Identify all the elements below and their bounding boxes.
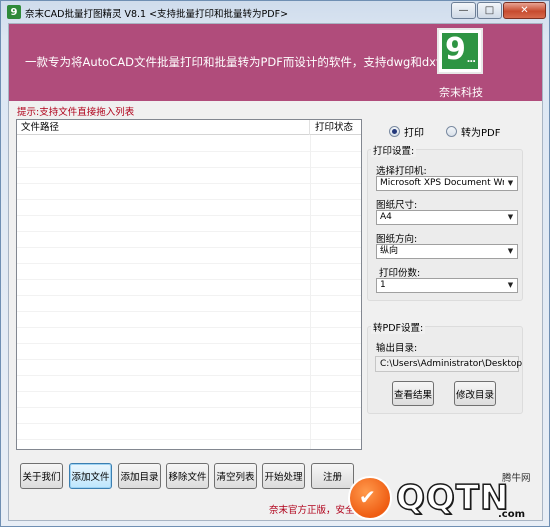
chevron-down-icon: ▼ (504, 177, 517, 190)
close-icon: ✕ (520, 5, 529, 16)
paper-size-label: 图纸尺寸: (376, 200, 418, 211)
main-window: 9 奈末CAD批量打图精灵 V8.1 <支持批量打印和批量转为PDF> — □ … (0, 0, 550, 527)
logo-dots: ... (466, 54, 476, 65)
header-banner: 一款专为将AutoCAD文件批量打印和批量转为PDF而设计的软件，支持dwg和d… (9, 24, 542, 101)
client-area: 一款专为将AutoCAD文件批量打印和批量转为PDF而设计的软件，支持dwg和d… (8, 23, 543, 521)
change-dir-button[interactable]: 修改目录 (454, 381, 496, 406)
remove-files-button[interactable]: 移除文件 (166, 463, 209, 489)
chevron-down-icon: ▼ (504, 245, 517, 258)
minimize-button[interactable]: — (451, 2, 476, 19)
printer-select[interactable]: Microsoft XPS Document Write ▼ (376, 176, 518, 191)
view-result-button[interactable]: 查看结果 (392, 381, 434, 406)
radio-print-label: 打印 (404, 128, 424, 139)
paper-size-value: A4 (380, 212, 392, 222)
drag-hint: 提示:支持文件直接拖入列表 (17, 107, 135, 118)
title-bar[interactable]: 9 奈末CAD批量打图精灵 V8.1 <支持批量打印和批量转为PDF> — □ … (1, 1, 549, 23)
watermark-tag: 腾牛网 (502, 473, 531, 484)
window-controls: — □ ✕ (450, 2, 546, 19)
orientation-label: 图纸方向: (376, 234, 418, 245)
radio-pdf[interactable]: 转为PDF (446, 124, 500, 139)
output-dir-field[interactable]: C:\Users\Administrator\Desktop (375, 356, 522, 372)
file-list[interactable]: 文件路径 打印状态 (16, 119, 362, 450)
maximize-button[interactable]: □ (477, 2, 502, 19)
copies-select[interactable]: 1 ▼ (376, 278, 518, 293)
radio-pdf-indicator[interactable] (446, 126, 457, 137)
pdf-settings-title: 转PDF设置: (371, 320, 426, 334)
orientation-select[interactable]: 纵向 ▼ (376, 244, 518, 259)
clear-list-button[interactable]: 清空列表 (214, 463, 257, 489)
add-folder-button[interactable]: 添加目录 (118, 463, 161, 489)
watermark-logo: QQTN (395, 477, 510, 519)
radio-pdf-label: 转为PDF (461, 128, 501, 139)
print-settings-title: 打印设置: (371, 143, 417, 157)
chevron-down-icon: ▼ (504, 279, 517, 292)
column-divider (310, 135, 311, 449)
minimize-icon: — (458, 5, 469, 16)
file-list-header: 文件路径 打印状态 (17, 120, 361, 135)
copies-label: 打印份数: (379, 268, 421, 279)
about-button[interactable]: 关于我们 (20, 463, 63, 489)
add-files-button[interactable]: 添加文件 (69, 463, 112, 489)
column-header-path[interactable]: 文件路径 (17, 120, 310, 135)
banner-text: 一款专为将AutoCAD文件批量打印和批量转为PDF而设计的软件，支持dwg和d… (25, 55, 441, 69)
maximize-icon: □ (484, 5, 495, 16)
window-title: 奈末CAD批量打图精灵 V8.1 <支持批量打印和批量转为PDF> (25, 9, 289, 20)
brand-logo: 9 ... (437, 28, 483, 74)
radio-print-indicator[interactable] (389, 126, 400, 137)
chevron-down-icon: ▼ (504, 211, 517, 224)
printer-label: 选择打印机: (376, 166, 427, 177)
watermark-domain: .com (498, 509, 526, 520)
paper-size-select[interactable]: A4 ▼ (376, 210, 518, 225)
radio-print[interactable]: 打印 (389, 124, 424, 139)
close-button[interactable]: ✕ (503, 2, 546, 19)
printer-value: Microsoft XPS Document Write (380, 178, 518, 188)
logo-glyph: 9 (445, 32, 466, 67)
column-header-status[interactable]: 打印状态 (311, 120, 361, 135)
copies-value: 1 (380, 280, 386, 290)
brand-name: 奈末科技 (439, 86, 483, 99)
site-watermark: ✔ QQTN 腾牛网 .com (348, 468, 550, 527)
app-icon: 9 (7, 5, 21, 19)
start-button[interactable]: 开始处理 (262, 463, 305, 489)
output-dir-label: 输出目录: (376, 343, 418, 354)
check-icon: ✔ (359, 485, 376, 509)
orientation-value: 纵向 (380, 246, 399, 256)
logo-mark: 9 ... (442, 33, 478, 69)
